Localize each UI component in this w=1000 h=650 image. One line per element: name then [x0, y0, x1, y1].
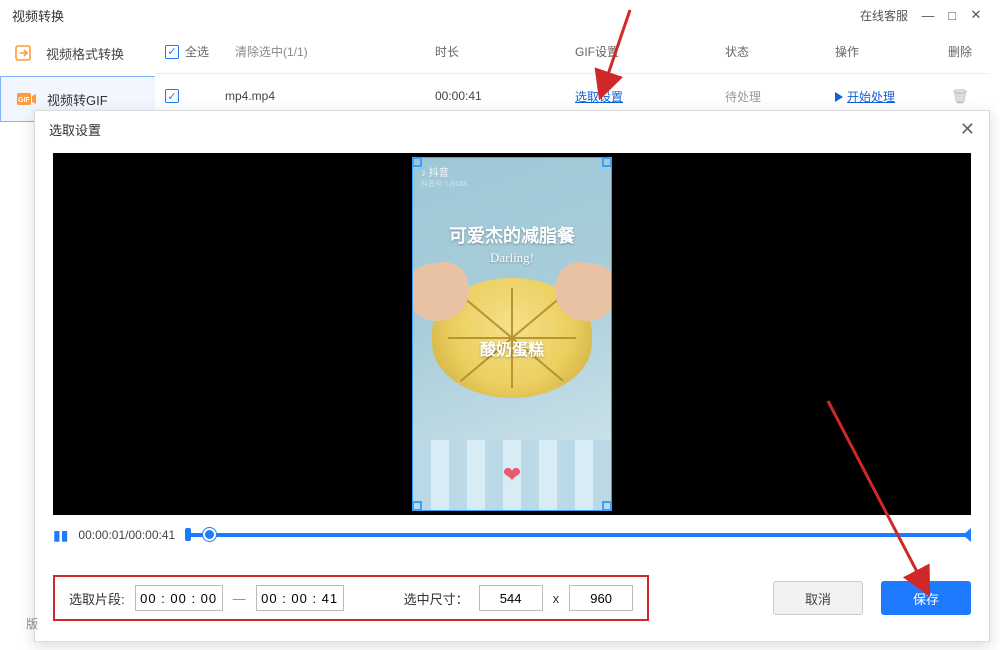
- sidebar: 视频格式转换 GIF 视频转GIF: [0, 30, 155, 122]
- row-delete-button[interactable]: 🗑: [951, 88, 969, 104]
- row-start-link[interactable]: 开始处理: [835, 90, 895, 104]
- highlighted-inputs: 选取片段: — 选中尺寸： x: [53, 575, 649, 621]
- clip-label: 选取片段:: [69, 589, 125, 608]
- select-all-checkbox[interactable]: ✓: [165, 45, 179, 59]
- crop-handle-br[interactable]: [602, 501, 612, 511]
- row-duration: 00:00:41: [435, 89, 575, 103]
- size-label: 选中尺寸：: [404, 589, 469, 608]
- sidebar-item-label: 视频转GIF: [47, 90, 108, 109]
- online-service-link[interactable]: 在线客服: [860, 7, 908, 24]
- crop-handle-bl[interactable]: [412, 501, 422, 511]
- range-start-handle[interactable]: [185, 528, 191, 541]
- col-operate: 操作: [835, 43, 935, 60]
- play-icon: [835, 92, 843, 102]
- app-title: 视频转换: [12, 6, 64, 25]
- cancel-button[interactable]: 取消: [773, 581, 863, 615]
- heart-icon: ❤: [503, 462, 521, 488]
- crop-handle-tl[interactable]: [412, 157, 422, 167]
- crop-handle-tr[interactable]: [602, 157, 612, 167]
- time-display: 00:00:01/00:00:41: [78, 528, 175, 542]
- select-all-label: 全选: [185, 43, 209, 60]
- selection-settings-modal: 选取设置 ✕ ❤ ♪ 抖音抖音号: Lj5183 可爱杰的减脂餐Darling!…: [34, 110, 990, 642]
- video-preview[interactable]: ❤ ♪ 抖音抖音号: Lj5183 可爱杰的减脂餐Darling! 酸奶蛋糕: [53, 153, 971, 515]
- row-gif-settings-link[interactable]: 选取设置: [575, 90, 623, 104]
- clear-selected-link[interactable]: 清除选中(1/1): [235, 45, 308, 59]
- modal-footer: 选取片段: — 选中尺寸： x 取消 保存: [35, 555, 989, 641]
- file-table: ✓ 全选 清除选中(1/1) 时长 GIF设置 状态 操作 删除 ✓ mp4.m…: [155, 30, 990, 118]
- sidebar-item-label: 视频格式转换: [46, 44, 124, 63]
- crop-frame[interactable]: ❤ ♪ 抖音抖音号: Lj5183 可爱杰的减脂餐Darling! 酸奶蛋糕: [412, 157, 612, 511]
- pause-button[interactable]: ▮▮: [53, 527, 68, 544]
- modal-close-button[interactable]: ✕: [960, 119, 975, 140]
- size-height-input[interactable]: [569, 585, 633, 611]
- save-button[interactable]: 保存: [881, 581, 971, 615]
- sidebar-item-format-convert[interactable]: 视频格式转换: [0, 30, 155, 76]
- convert-icon: [14, 42, 36, 64]
- col-duration: 时长: [435, 43, 575, 60]
- table-header: ✓ 全选 清除选中(1/1) 时长 GIF设置 状态 操作 删除: [155, 30, 990, 74]
- overlay-caption: 酸奶蛋糕: [413, 336, 611, 360]
- modal-header: 选取设置 ✕: [35, 111, 989, 147]
- size-x: x: [553, 591, 560, 606]
- overlay-title: 可爱杰的减脂餐Darling!: [413, 222, 611, 266]
- playhead[interactable]: [203, 528, 216, 541]
- gif-icon: GIF: [15, 88, 37, 110]
- minimize-button[interactable]: —: [916, 8, 940, 23]
- col-delete: 删除: [935, 43, 985, 60]
- row-checkbox[interactable]: ✓: [165, 89, 179, 103]
- timeline-track[interactable]: [185, 524, 971, 546]
- range-end-handle[interactable]: [963, 528, 971, 542]
- col-status: 状态: [725, 43, 835, 60]
- playback-controls: ▮▮ 00:00:01/00:00:41: [35, 515, 989, 555]
- size-width-input[interactable]: [479, 585, 543, 611]
- maximize-button[interactable]: □: [940, 8, 964, 23]
- col-gif: GIF设置: [575, 43, 725, 60]
- titlebar: 视频转换 在线客服 — □ ✕: [0, 0, 1000, 30]
- dash: —: [233, 591, 246, 606]
- row-filename: mp4.mp4: [225, 89, 435, 103]
- truncated-text: 版: [26, 615, 38, 632]
- modal-title: 选取设置: [49, 120, 101, 139]
- svg-text:GIF: GIF: [18, 97, 30, 104]
- close-button[interactable]: ✕: [964, 7, 988, 23]
- video-frame-image: ❤ ♪ 抖音抖音号: Lj5183 可爱杰的减脂餐Darling! 酸奶蛋糕: [413, 158, 611, 510]
- clip-end-input[interactable]: [256, 585, 344, 611]
- clip-start-input[interactable]: [135, 585, 223, 611]
- row-status: 待处理: [725, 88, 835, 105]
- douyin-watermark: ♪ 抖音抖音号: Lj5183: [421, 164, 467, 189]
